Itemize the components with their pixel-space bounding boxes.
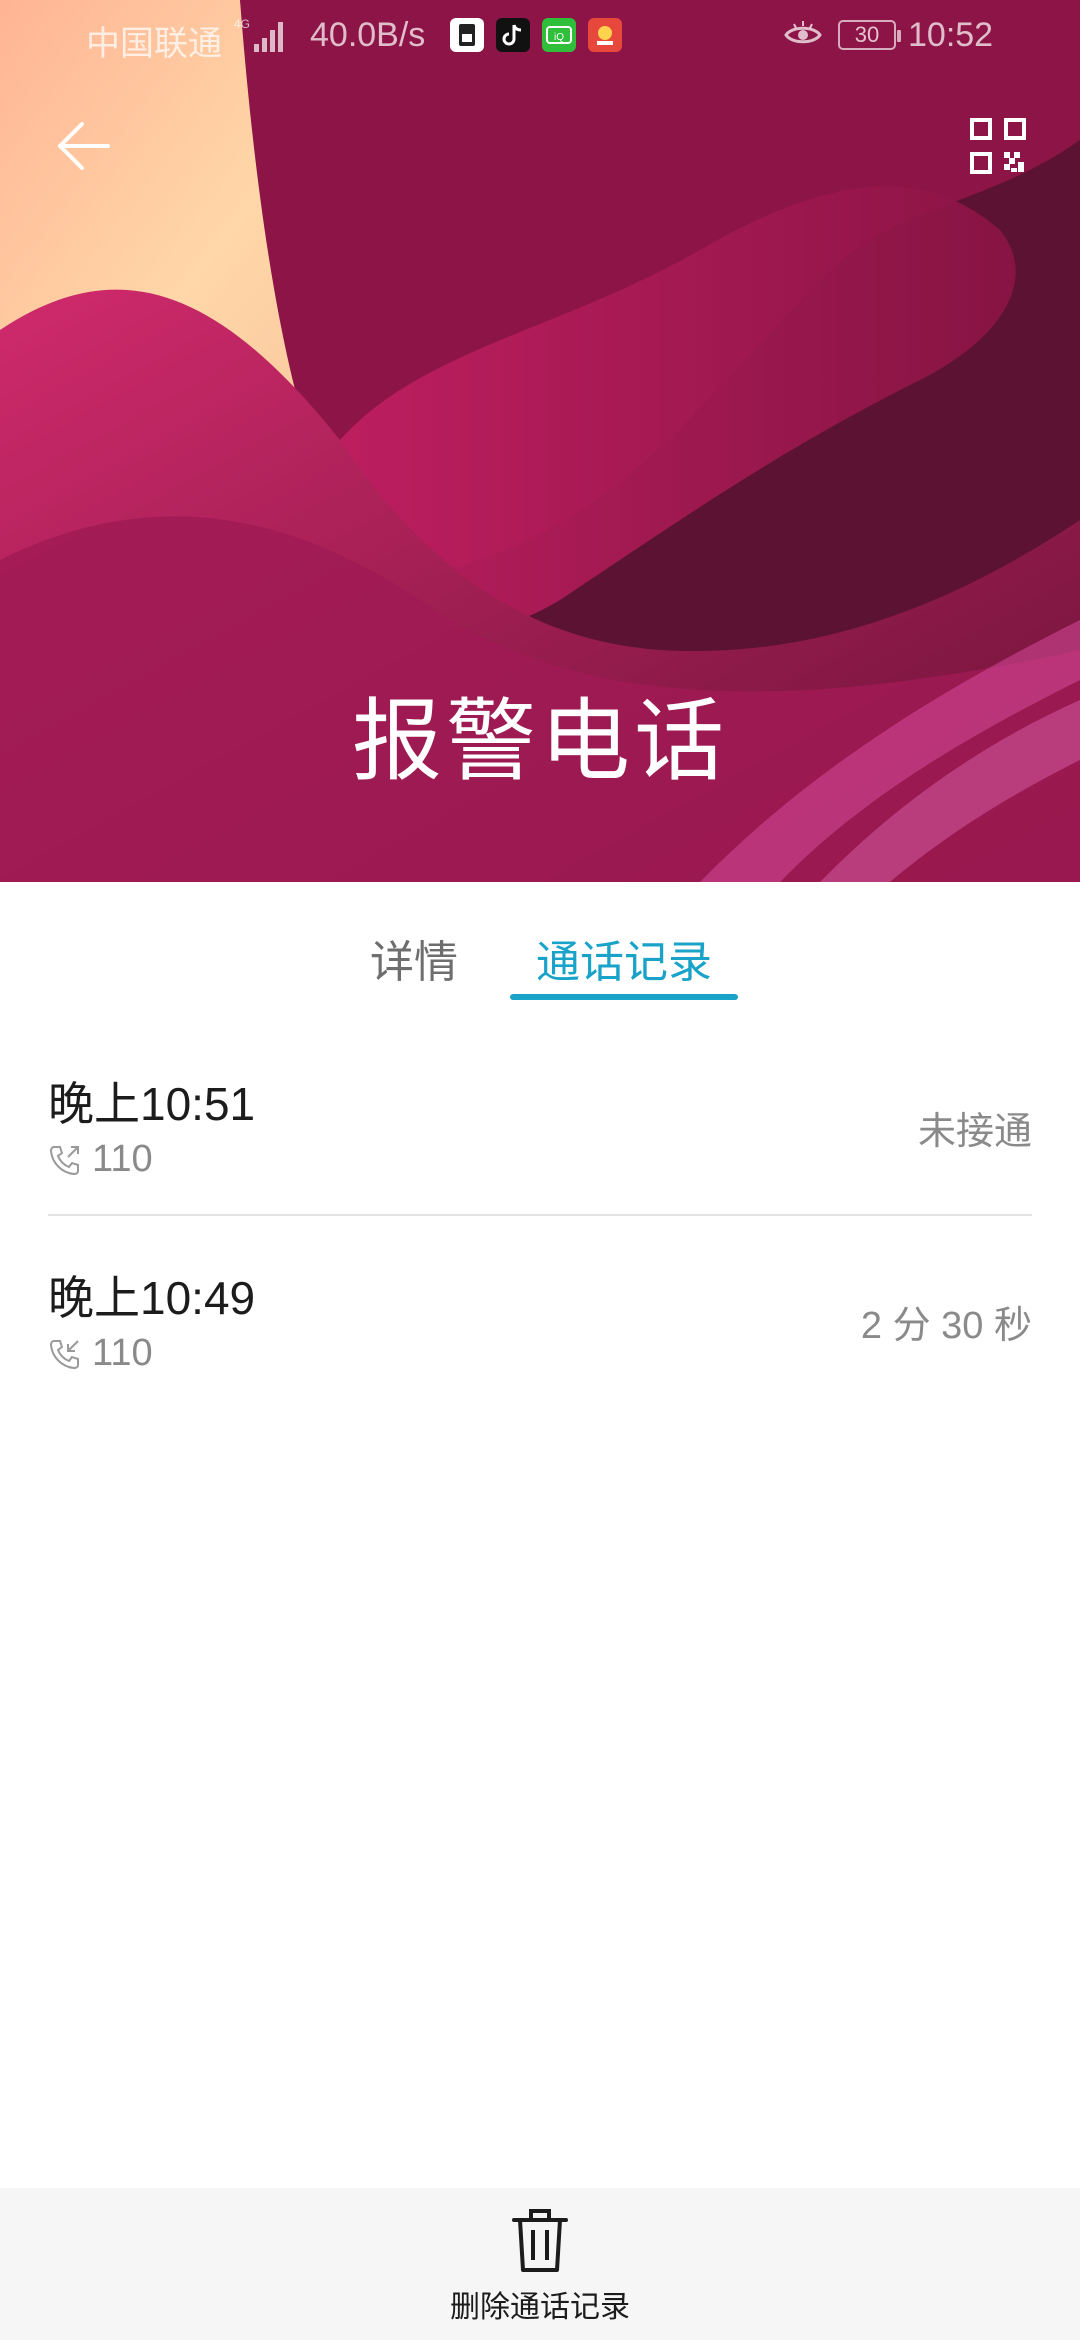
call-duration: 2 分 30 秒 (860, 1305, 1032, 1347)
network-speed: 40.0B/s (310, 16, 426, 54)
status-bar: 中国联通 4G 40.0B/s iQ 30 10:52 (0, 0, 1080, 76)
battery-indicator: 30 (838, 20, 901, 50)
svg-text:4G: 4G (234, 17, 250, 31)
tiktok-icon (496, 18, 530, 52)
iqiyi-icon: iQ (542, 18, 576, 52)
bottom-action-bar: 删除通话记录 (0, 2188, 1080, 2340)
tab-bar: 详情 通话记录 (0, 882, 1080, 1004)
call-number-line: 110 (48, 1332, 153, 1375)
qr-code-icon (970, 118, 1026, 174)
tab-call-log[interactable]: 通话记录 (536, 926, 712, 990)
call-log-row[interactable]: 晚上10:51 110 未接通 (48, 1022, 1032, 1216)
eye-comfort-icon (784, 18, 822, 61)
tab-indicator (510, 994, 738, 1000)
tab-details[interactable]: 详情 (370, 926, 458, 990)
call-time: 晚上10:51 (48, 1078, 256, 1130)
carrier-label: 中国联通 (86, 25, 222, 63)
call-log-row[interactable]: 晚上10:49 110 2 分 30 秒 (48, 1216, 1032, 1410)
trash-icon (512, 2209, 568, 2272)
contact-name: 报警电话 (352, 692, 728, 792)
call-log-list: 晚上10:51 110 未接通 晚上10:49 110 2 分 30 秒 (48, 1022, 1032, 1410)
qr-code-button[interactable] (960, 108, 1036, 184)
arrow-left-icon (58, 122, 110, 170)
outgoing-call-icon (49, 1145, 79, 1175)
call-status: 未接通 (917, 1111, 1032, 1153)
signal-icon: 4G (232, 14, 288, 63)
call-number-line: 110 (48, 1138, 153, 1181)
call-time: 晚上10:49 (48, 1272, 256, 1324)
call-number: 110 (92, 1138, 153, 1180)
back-button[interactable] (48, 110, 120, 182)
incoming-call-icon (49, 1339, 79, 1369)
sim-manager-icon (450, 18, 484, 52)
call-number: 110 (92, 1332, 153, 1374)
game-icon (588, 18, 622, 52)
delete-call-log-label: 删除通话记录 (450, 2291, 630, 2324)
notification-icons: iQ (450, 18, 622, 52)
clock: 10:52 (908, 16, 994, 54)
svg-text:iQ: iQ (554, 32, 564, 43)
delete-call-log-button[interactable]: 删除通话记录 (400, 2208, 680, 2332)
contact-header: 中国联通 4G 40.0B/s iQ 30 10:52 报警电话 (0, 0, 1080, 882)
